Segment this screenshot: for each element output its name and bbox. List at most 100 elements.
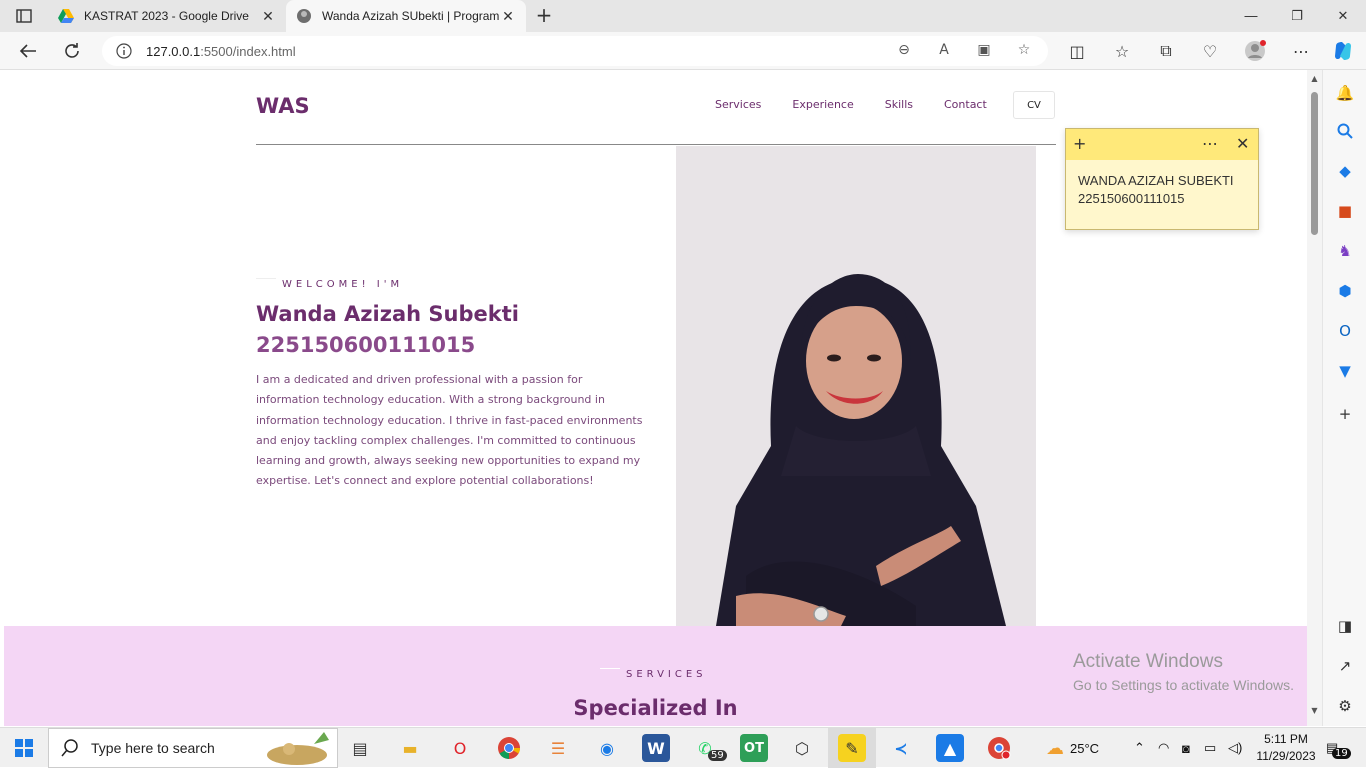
hero-bio: I am a dedicated and driven professional… [256,373,643,488]
sticky-note-body[interactable]: WANDA AZIZAH SUBEKTI 225150600111015 [1066,160,1258,220]
clock-date: 11/29/2023 [1256,749,1316,763]
note-menu-icon[interactable]: ⋯ [1202,134,1218,153]
restore-button[interactable]: ❐ [1274,0,1320,32]
tab-actions-icon [16,9,32,23]
outlook-icon[interactable]: O [1334,320,1356,342]
taskbar-search[interactable]: Type here to search [48,728,338,768]
services-eyebrow: SERVICES [626,669,707,680]
cv-button[interactable]: CV [1013,91,1055,119]
add-sidebar-app-icon[interactable]: + [1334,403,1356,425]
watermark-title: Activate Windows [1073,651,1223,672]
camera-icon[interactable]: ◙ [1182,728,1190,768]
info-icon[interactable] [116,43,132,59]
vscode-icon[interactable]: ≺ [887,734,915,762]
portrait-illustration [676,146,1036,626]
hide-sidebar-icon[interactable]: ◨ [1334,615,1356,637]
address-bar: 127.0.0.1:5500/index.html ⊖ A ▣ ☆ ◫ ☆ ⧉ … [0,32,1366,70]
sticky-notes-icon[interactable]: ✎ [838,734,866,762]
notification-count: 19 [1332,748,1351,759]
hero-student-id: 225150600111015 [256,333,476,357]
taskbar: Type here to search ▤ ▬ O ☰ ◉ W ✆ 59 OT … [0,727,1366,768]
settings-more-icon[interactable]: ⋯ [1290,40,1312,62]
tab-title: KASTRAT 2023 - Google Drive [84,9,249,23]
sticky-note[interactable]: + ⋯ ✕ WANDA AZIZAH SUBEKTI 2251506001110… [1065,128,1259,230]
profile-icon [1245,40,1266,61]
refresh-icon [65,43,79,58]
volume-icon[interactable]: ◁) [1228,728,1242,768]
scrollbar-thumb[interactable] [1311,92,1318,235]
url-field[interactable]: 127.0.0.1:5500/index.html ⊖ A ▣ ☆ [102,36,1048,66]
file-explorer-icon[interactable]: ▬ [396,734,424,762]
site-logo[interactable]: WAS [256,94,310,118]
show-hidden-icons-icon[interactable]: ⌃ [1134,728,1145,768]
eyebrow-line [256,278,276,279]
read-aloud-icon[interactable]: A [934,42,954,60]
activate-windows-watermark: Activate Windows Go to Settings to activ… [1073,651,1294,693]
search-icon[interactable] [1334,120,1356,142]
hero-name: Wanda Azizah Subekti [256,302,519,326]
bell-icon[interactable]: 🔔 [1334,82,1356,104]
browser-essentials-icon[interactable]: ♡ [1199,40,1221,62]
layers-app-icon[interactable]: ☰ [544,734,572,762]
sticky-note-line-name: WANDA AZIZAH SUBEKTI [1078,173,1234,188]
microsoft-365-icon[interactable]: ⬢ [1334,280,1356,302]
chrome-profile-logo-icon [988,737,1011,760]
word-icon[interactable]: W [642,734,670,762]
ot-app-icon[interactable]: OT [740,734,768,762]
drop-icon[interactable]: ▼ [1334,360,1356,382]
shopping-tag-icon[interactable]: ◆ [1334,160,1356,182]
toolbox-icon[interactable]: ■ [1334,200,1356,222]
sidebar-settings-gear-icon[interactable]: ⚙ [1334,695,1356,717]
task-view-icon[interactable]: ▤ [346,734,374,762]
profile-avatar[interactable] [1244,40,1266,62]
copilot-logo-icon [1335,42,1351,60]
chrome-logo-icon [498,737,520,759]
search-placeholder: Type here to search [91,740,215,756]
add-note-icon[interactable]: + [1073,134,1086,153]
scroll-down-icon[interactable]: ▼ [1309,706,1320,716]
close-tab-icon[interactable]: ✕ [500,8,516,25]
games-icon[interactable]: ♞ [1334,240,1356,262]
nav-contact[interactable]: Contact [944,98,987,111]
start-button[interactable] [0,728,48,768]
wifi-icon[interactable]: ◠ [1158,728,1169,768]
services-eyebrow-line [600,668,620,669]
close-tab-icon[interactable]: ✕ [260,8,276,25]
chrome-icon[interactable] [495,734,523,762]
network-icon[interactable]: ▭ [1204,728,1216,768]
zoom-out-icon[interactable]: ⊖ [894,42,914,60]
tab-google-drive[interactable]: KASTRAT 2023 - Google Drive ✕ [48,0,286,32]
tab-portfolio[interactable]: Wanda Azizah SUbekti | Program ✕ [286,0,526,32]
collections-icon[interactable]: ⧉ [1155,40,1177,62]
scroll-up-icon[interactable]: ▲ [1309,74,1320,84]
header-divider [256,144,1056,145]
nav-services[interactable]: Services [715,98,761,111]
tab-actions-menu-button[interactable] [8,4,40,28]
tab-bar: KASTRAT 2023 - Google Drive ✕ Wanda Aziz… [0,0,1366,32]
minimize-button[interactable]: ― [1228,0,1274,32]
back-button[interactable] [14,38,42,64]
favorites-icon[interactable]: ☆ [1111,40,1133,62]
external-link-icon[interactable]: ↗ [1334,655,1356,677]
chrome-profile-icon[interactable] [985,734,1013,762]
immersive-reader-icon[interactable]: ▣ [974,42,994,60]
close-window-button[interactable]: ✕ [1320,0,1366,32]
copilot-icon[interactable] [1332,40,1354,62]
split-screen-icon[interactable]: ◫ [1066,40,1088,62]
url-text: 127.0.0.1:5500/index.html [146,44,296,59]
nav-skills[interactable]: Skills [885,98,913,111]
url-path: :5500/index.html [200,43,296,59]
photos-icon[interactable]: ▲ [936,734,964,762]
weather-widget[interactable]: ☁ 25°C [1046,728,1099,768]
taskbar-clock[interactable]: 5:11 PM 11/29/2023 [1254,731,1318,765]
refresh-button[interactable] [58,38,86,64]
nav-experience[interactable]: Experience [792,98,853,111]
windows-logo-icon [15,739,33,757]
opera-icon[interactable]: O [446,734,474,762]
page-scrollbar[interactable]: ▲ ▼ [1307,70,1322,726]
3d-box-icon[interactable]: ⬡ [788,734,816,762]
favorite-star-icon[interactable]: ☆ [1014,42,1034,60]
edge-icon[interactable]: ◉ [593,734,621,762]
new-tab-button[interactable]: + [532,4,556,28]
close-note-icon[interactable]: ✕ [1236,134,1249,153]
